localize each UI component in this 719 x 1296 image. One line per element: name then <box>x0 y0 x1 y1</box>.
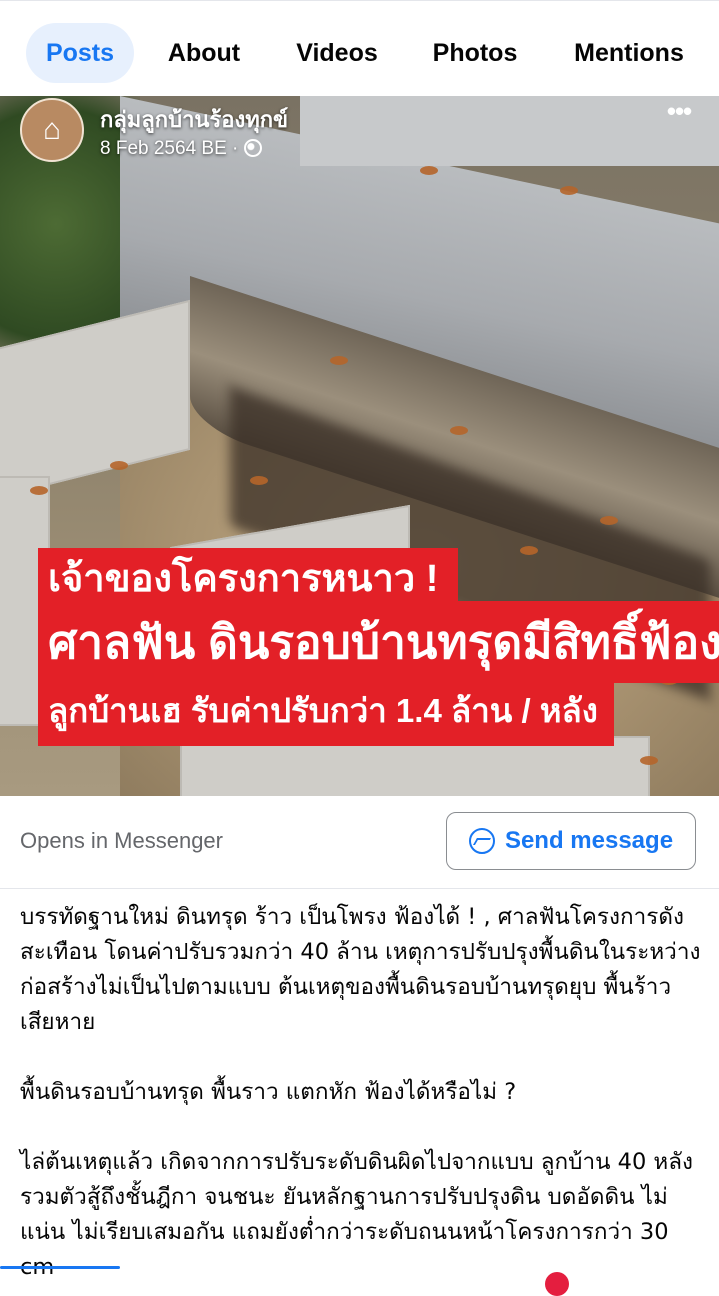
tab-about[interactable]: About <box>158 23 250 83</box>
post-timestamp[interactable]: 8 Feb 2564 BE · <box>100 138 262 160</box>
leaf <box>420 166 438 175</box>
page-name[interactable]: กลุ่มลูกบ้านร้องทุกข์ <box>100 102 288 137</box>
notification-dot <box>545 1272 569 1296</box>
tab-photos[interactable]: Photos <box>422 23 528 83</box>
wall-top <box>300 96 719 166</box>
headline-line-3: ลูกบ้านเฮ รับค่าปรับกว่า 1.4 ล้าน / หลัง <box>38 680 614 746</box>
leaf <box>330 356 348 365</box>
more-options-icon[interactable]: ••• <box>659 96 699 128</box>
leaf <box>640 756 658 765</box>
post-paragraph: ไล่ต้นเหตุแล้ว เกิดจากการปรับระดับดินผิด… <box>20 1149 694 1280</box>
leaf <box>110 461 128 470</box>
send-message-button[interactable]: Send message <box>446 812 696 870</box>
post-date: 8 Feb 2564 BE · <box>100 138 239 159</box>
leaf <box>250 476 268 485</box>
messenger-cta-bar: Opens in Messenger Send message <box>0 796 719 889</box>
messenger-icon <box>468 828 495 854</box>
leaf <box>600 516 618 525</box>
send-message-label: Send message <box>504 827 674 854</box>
leaf <box>520 546 538 555</box>
tab-videos[interactable]: Videos <box>286 23 388 83</box>
tab-posts[interactable]: Posts <box>26 23 134 83</box>
post-body: บรรทัดฐานใหม่ ดินทรุด ร้าว เป็นโพรง ฟ้อง… <box>20 900 705 1285</box>
leaf <box>560 186 578 195</box>
link-underline <box>0 1266 120 1269</box>
tab-mentions[interactable]: Mentions <box>562 23 696 83</box>
leaf <box>450 426 468 435</box>
profile-tabs: Posts About Videos Photos Mentions <box>0 0 719 97</box>
leaf <box>30 486 48 495</box>
house-icon: ⌂ <box>42 113 62 146</box>
opens-in-messenger-label: Opens in Messenger <box>20 828 223 853</box>
page-avatar[interactable]: ⌂ <box>20 98 84 162</box>
post-paragraph: พื้นดินรอบบ้านทรุด พื้นราว แตกหัก ฟ้องได… <box>20 1079 517 1105</box>
headline-line-2: ศาลฟัน ดินรอบบ้านทรุดมีสิทธิ์ฟ้อง <box>38 601 719 683</box>
globe-icon <box>243 139 262 157</box>
post-paragraph: บรรทัดฐานใหม่ ดินทรุด ร้าว เป็นโพรง ฟ้อง… <box>20 904 701 1035</box>
